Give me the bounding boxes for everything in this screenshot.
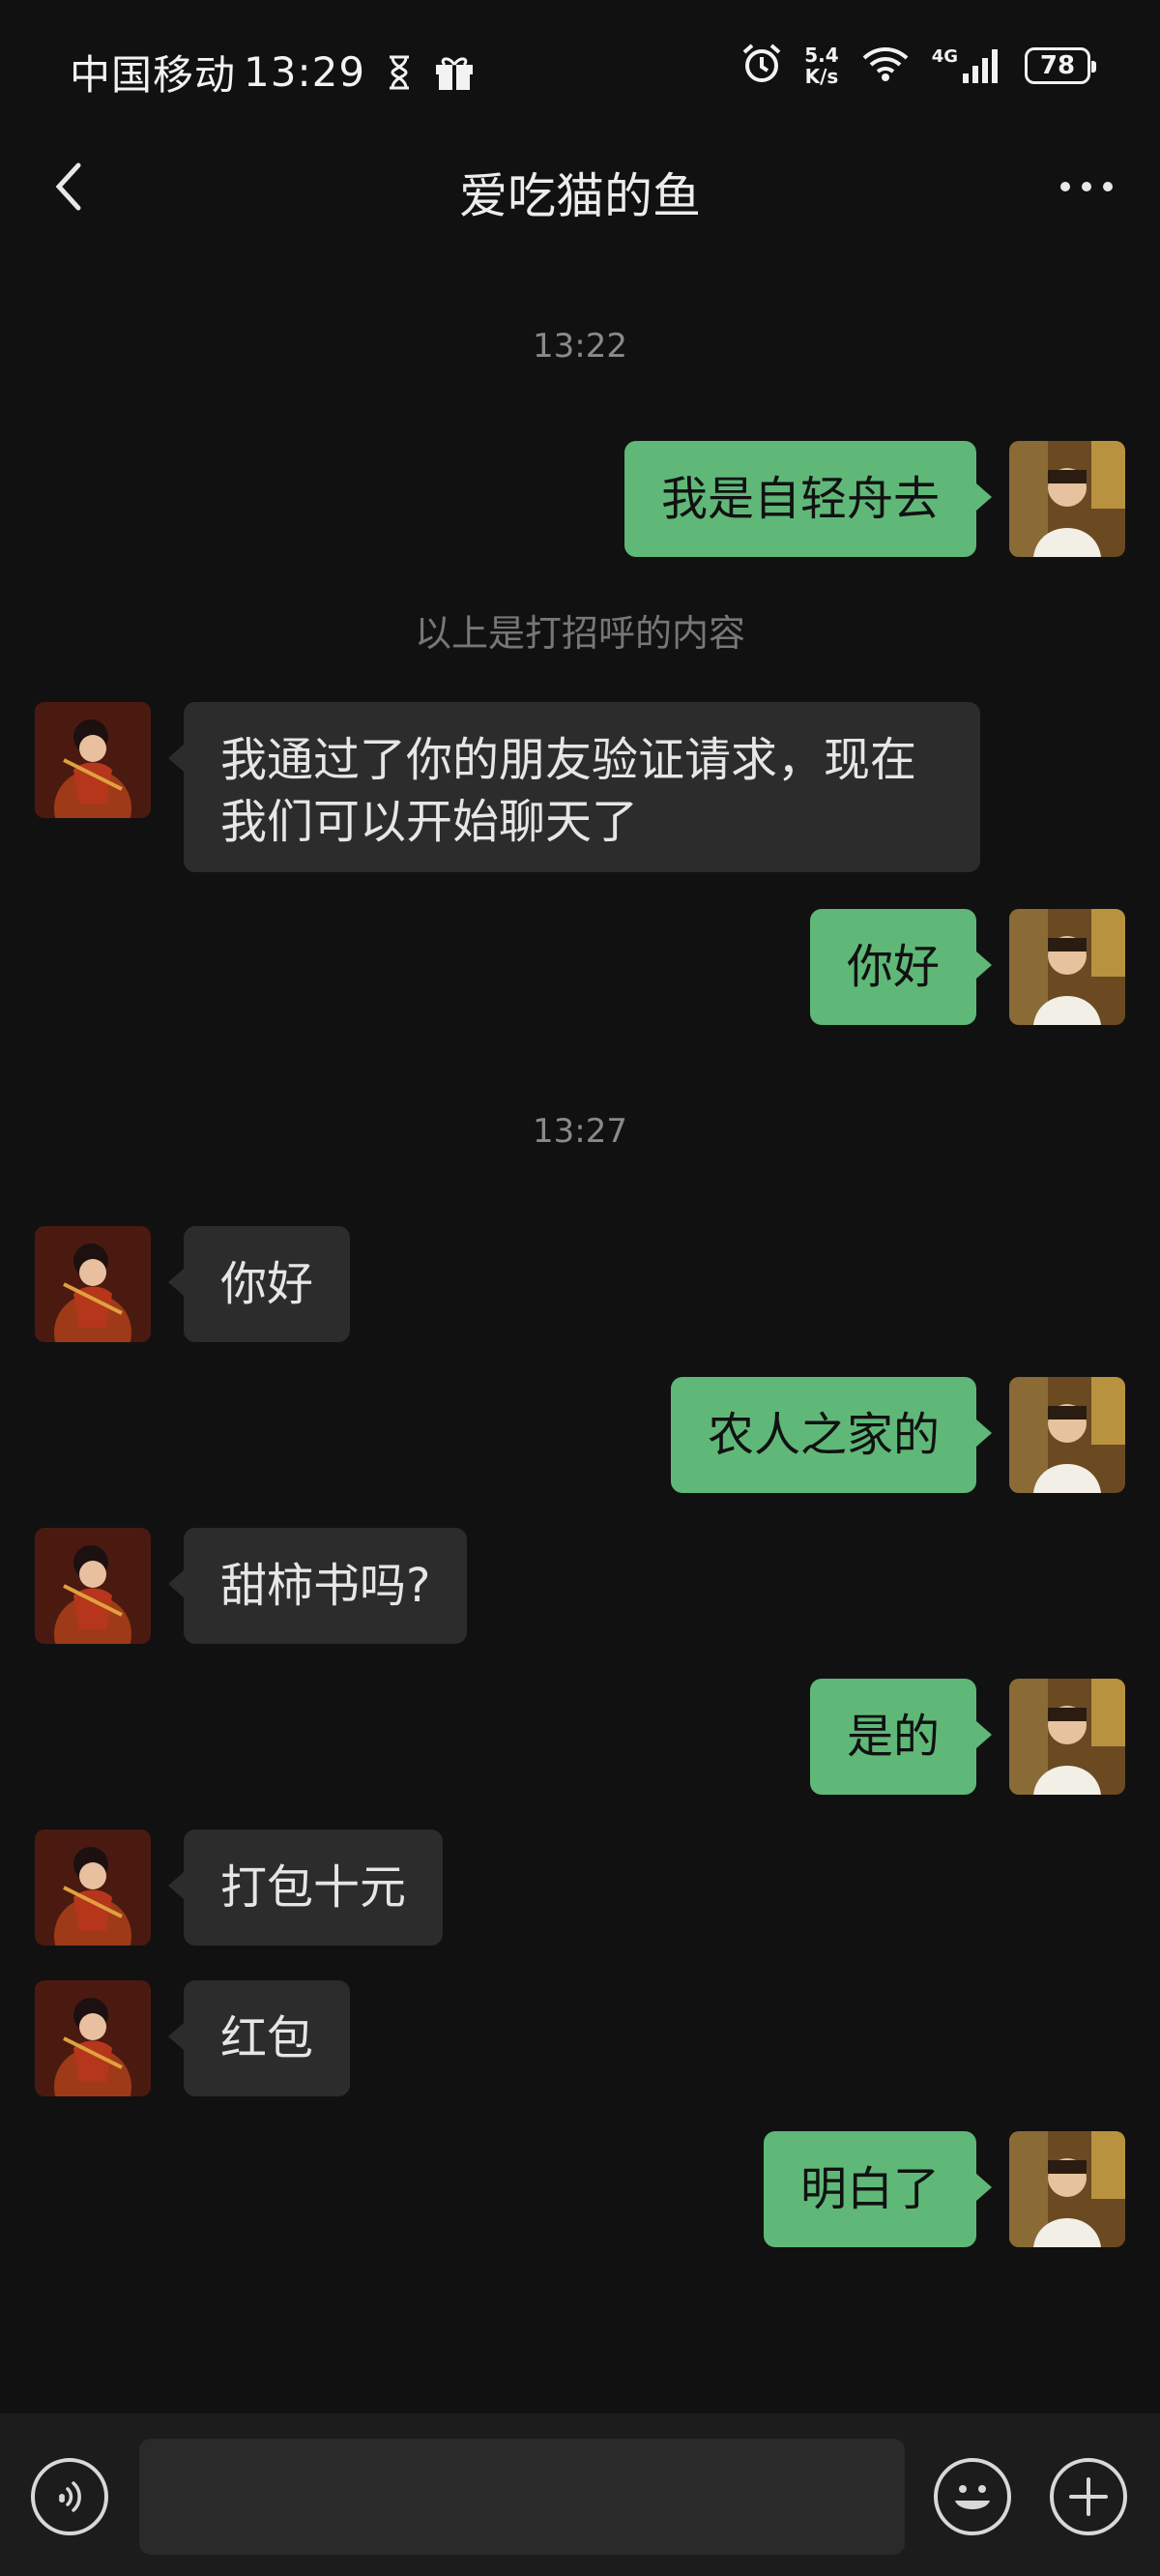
plus-icon	[1069, 2477, 1108, 2516]
emoji-icon	[955, 2485, 990, 2509]
alarm-icon	[740, 43, 783, 89]
my-avatar[interactable]	[1009, 2131, 1125, 2247]
message-bubble-me[interactable]: 是的	[809, 1679, 993, 1795]
time-divider: 13:27	[533, 1112, 627, 1151]
my-avatar[interactable]	[1009, 441, 1125, 557]
emoji-button[interactable]	[934, 2458, 1011, 2535]
status-bar: 中国移动 13:29 5.4 K/s 4G 78	[0, 0, 1160, 140]
contact-avatar[interactable]	[35, 1528, 151, 1644]
clock: 13:29	[244, 48, 366, 96]
contact-avatar[interactable]	[35, 1226, 151, 1342]
wifi-icon	[860, 44, 911, 87]
network-type: 4G	[931, 46, 958, 67]
message-bubble-them[interactable]: 甜柿书吗?	[167, 1528, 468, 1644]
message-bubble-them[interactable]: 打包十元	[167, 1830, 444, 1946]
message-bubble-them[interactable]: 我通过了你的朋友验证请求，现在 我们可以开始聊天了	[168, 702, 980, 872]
message-bubble-me[interactable]: 你好	[809, 909, 993, 1025]
contact-avatar[interactable]	[35, 1830, 151, 1946]
net-speed: 5.4 K/s	[804, 44, 838, 87]
message-bubble-me[interactable]: 明白了	[763, 2131, 993, 2247]
carrier-name: 中国移动	[70, 51, 237, 99]
my-avatar[interactable]	[1009, 1377, 1125, 1493]
voice-icon	[59, 2481, 81, 2512]
cellular-signal-icon: 4G	[932, 46, 1003, 85]
my-avatar[interactable]	[1009, 1679, 1125, 1795]
battery-indicator: 78	[1025, 47, 1096, 84]
net-speed-unit: K/s	[804, 65, 839, 88]
my-avatar[interactable]	[1009, 909, 1125, 1025]
net-speed-value: 5.4	[804, 44, 839, 67]
battery-level: 78	[1039, 51, 1076, 80]
status-right: 5.4 K/s 4G 78	[740, 43, 1096, 89]
message-input[interactable]	[139, 2439, 905, 2555]
more-dots-icon	[1060, 182, 1113, 191]
time-divider: 13:22	[533, 327, 627, 366]
chat-title: 爱吃猫的鱼	[459, 168, 701, 224]
chat-header: 爱吃猫的鱼	[0, 140, 1160, 237]
more-options-button[interactable]	[1048, 158, 1125, 216]
contact-avatar[interactable]	[35, 702, 151, 818]
contact-avatar[interactable]	[35, 1980, 151, 2096]
status-left: 中国移动 13:29	[70, 43, 476, 102]
message-bubble-them[interactable]: 你好	[167, 1226, 351, 1342]
input-bar	[0, 2414, 1160, 2576]
hourglass-icon	[387, 54, 412, 91]
more-functions-button[interactable]	[1050, 2458, 1127, 2535]
message-bubble-me[interactable]: 我是自轻舟去	[624, 441, 993, 557]
message-bubble-me[interactable]: 农人之家的	[670, 1377, 993, 1493]
message-bubble-them[interactable]: 红包	[167, 1980, 351, 2096]
gift-icon	[433, 53, 476, 92]
system-notice: 以上是打招呼的内容	[414, 612, 745, 655]
voice-button[interactable]	[31, 2458, 108, 2535]
